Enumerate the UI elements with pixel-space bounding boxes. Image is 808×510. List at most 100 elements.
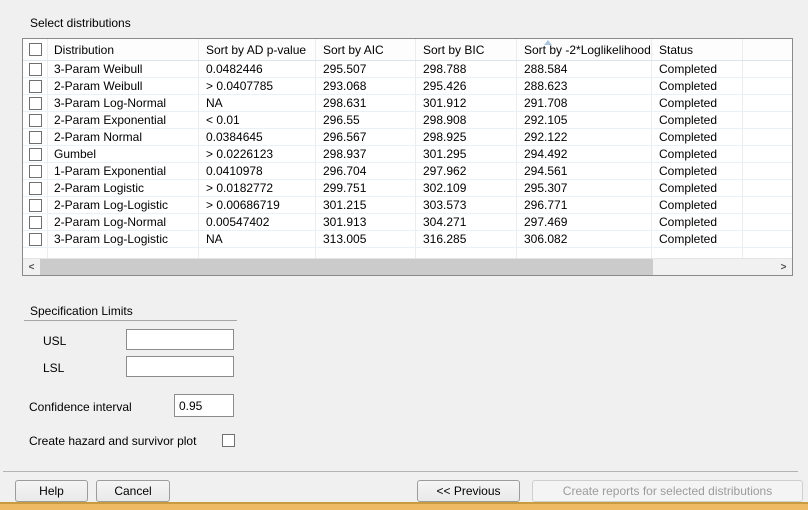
row-checkbox[interactable]	[29, 80, 42, 93]
cell-aic: 296.567	[316, 129, 416, 145]
row-checkbox[interactable]	[29, 182, 42, 195]
cell-status: Completed	[652, 78, 743, 94]
cell-loglikelihood: 306.082	[517, 231, 652, 247]
table-row[interactable]: 2-Param Exponential < 0.01 296.55 298.90…	[23, 112, 792, 129]
cell-loglikelihood: 295.307	[517, 180, 652, 196]
confidence-interval-input[interactable]	[174, 394, 234, 417]
lsl-label: LSL	[43, 361, 64, 375]
lsl-input[interactable]	[126, 356, 234, 377]
table-row[interactable]: 3-Param Log-Normal NA 298.631 301.912 29…	[23, 95, 792, 112]
cell-aic: 298.631	[316, 95, 416, 111]
cell-bic: 295.426	[416, 78, 517, 94]
cell-ad-p-value: 0.00547402	[199, 214, 316, 230]
previous-button[interactable]: << Previous	[417, 480, 520, 502]
table-row[interactable]: 2-Param Log-Normal 0.00547402 301.913 30…	[23, 214, 792, 231]
table-row[interactable]: 2-Param Logistic > 0.0182772 299.751 302…	[23, 180, 792, 197]
row-checkbox[interactable]	[29, 199, 42, 212]
cell-bic: 298.788	[416, 61, 517, 77]
row-checkbox-cell	[23, 129, 48, 145]
cell-distribution: 2-Param Log-Normal	[48, 214, 199, 230]
cell-loglikelihood: 294.561	[517, 163, 652, 179]
table-row[interactable]: 3-Param Weibull 0.0482446 295.507 298.78…	[23, 61, 792, 78]
table-row[interactable]: 1-Param Exponential 0.0410978 296.704 29…	[23, 163, 792, 180]
table-row[interactable]: 2-Param Normal 0.0384645 296.567 298.925…	[23, 129, 792, 146]
column-header-status[interactable]: Status	[652, 39, 743, 60]
cell-status: Completed	[652, 146, 743, 162]
cell-aic: 295.507	[316, 61, 416, 77]
row-checkbox-cell	[23, 197, 48, 213]
cell-distribution: Gumbel	[48, 146, 199, 162]
select-distributions-label: Select distributions	[30, 16, 131, 30]
scrollbar-thumb[interactable]	[40, 259, 653, 275]
cell-aic: 298.937	[316, 146, 416, 162]
cell-status: Completed	[652, 197, 743, 213]
column-header-bic[interactable]: Sort by BIC	[416, 39, 517, 60]
cell-aic: 301.215	[316, 197, 416, 213]
confidence-interval-label: Confidence interval	[29, 400, 132, 414]
create-reports-button[interactable]: Create reports for selected distribution…	[532, 480, 803, 502]
cell-bic: 301.912	[416, 95, 517, 111]
table-row[interactable]: 2-Param Weibull > 0.0407785 293.068 295.…	[23, 78, 792, 95]
cell-distribution: 3-Param Log-Normal	[48, 95, 199, 111]
cell-status: Completed	[652, 129, 743, 145]
row-checkbox-cell	[23, 78, 48, 94]
table-row[interactable]: 2-Param Log-Logistic > 0.00686719 301.21…	[23, 197, 792, 214]
row-checkbox-cell	[23, 112, 48, 128]
cell-aic: 299.751	[316, 180, 416, 196]
column-header-loglikelihood[interactable]: Sort by -2*Loglikelihood	[517, 39, 652, 60]
row-checkbox[interactable]	[29, 63, 42, 76]
help-button[interactable]: Help	[15, 480, 88, 502]
row-checkbox-cell	[23, 214, 48, 230]
cell-ad-p-value: < 0.01	[199, 112, 316, 128]
column-header-ad-p-value[interactable]: Sort by AD p-value	[199, 39, 316, 60]
cell-status: Completed	[652, 163, 743, 179]
row-checkbox[interactable]	[29, 114, 42, 127]
cell-loglikelihood: 292.122	[517, 129, 652, 145]
cell-bic: 298.925	[416, 129, 517, 145]
cell-status: Completed	[652, 95, 743, 111]
cell-bic: 316.285	[416, 231, 517, 247]
cell-loglikelihood: 288.584	[517, 61, 652, 77]
hazard-plot-checkbox[interactable]	[222, 434, 235, 447]
column-header-distribution[interactable]: Distribution	[48, 39, 199, 60]
cell-bic: 297.962	[416, 163, 517, 179]
cell-ad-p-value: > 0.0226123	[199, 146, 316, 162]
cell-distribution: 3-Param Log-Logistic	[48, 231, 199, 247]
cell-loglikelihood: 296.771	[517, 197, 652, 213]
row-checkbox[interactable]	[29, 97, 42, 110]
specification-limits-divider	[24, 320, 237, 321]
row-checkbox[interactable]	[29, 148, 42, 161]
scroll-right-icon[interactable]: >	[775, 259, 792, 275]
table-row[interactable]: Gumbel > 0.0226123 298.937 301.295 294.4…	[23, 146, 792, 163]
cell-ad-p-value: > 0.0407785	[199, 78, 316, 94]
horizontal-scrollbar[interactable]: < >	[23, 258, 792, 275]
cell-bic: 304.271	[416, 214, 517, 230]
cell-bic: 301.295	[416, 146, 517, 162]
select-all-checkbox[interactable]	[29, 43, 42, 56]
select-distributions-dialog: { "select_label": "Select distributions"…	[0, 0, 808, 510]
scroll-left-icon[interactable]: <	[23, 259, 40, 275]
cell-distribution: 3-Param Weibull	[48, 61, 199, 77]
cell-status: Completed	[652, 61, 743, 77]
row-checkbox-cell	[23, 61, 48, 77]
cell-ad-p-value: NA	[199, 231, 316, 247]
row-checkbox[interactable]	[29, 233, 42, 246]
cancel-button[interactable]: Cancel	[96, 480, 170, 502]
cell-ad-p-value: NA	[199, 95, 316, 111]
usl-input[interactable]	[126, 329, 234, 350]
accent-bar	[0, 502, 808, 510]
table-header-row: Distribution Sort by AD p-value Sort by …	[23, 39, 792, 61]
column-header-aic[interactable]: Sort by AIC	[316, 39, 416, 60]
row-checkbox[interactable]	[29, 216, 42, 229]
cell-aic: 313.005	[316, 231, 416, 247]
row-checkbox[interactable]	[29, 131, 42, 144]
cell-bic: 298.908	[416, 112, 517, 128]
column-header-loglikelihood-label: Sort by -2*Loglikelihood	[524, 43, 651, 57]
cell-distribution: 2-Param Normal	[48, 129, 199, 145]
row-checkbox[interactable]	[29, 165, 42, 178]
table-row[interactable]: 3-Param Log-Logistic NA 313.005 316.285 …	[23, 231, 792, 248]
cell-loglikelihood: 288.623	[517, 78, 652, 94]
row-checkbox-cell	[23, 95, 48, 111]
cell-loglikelihood: 292.105	[517, 112, 652, 128]
cell-aic: 296.704	[316, 163, 416, 179]
